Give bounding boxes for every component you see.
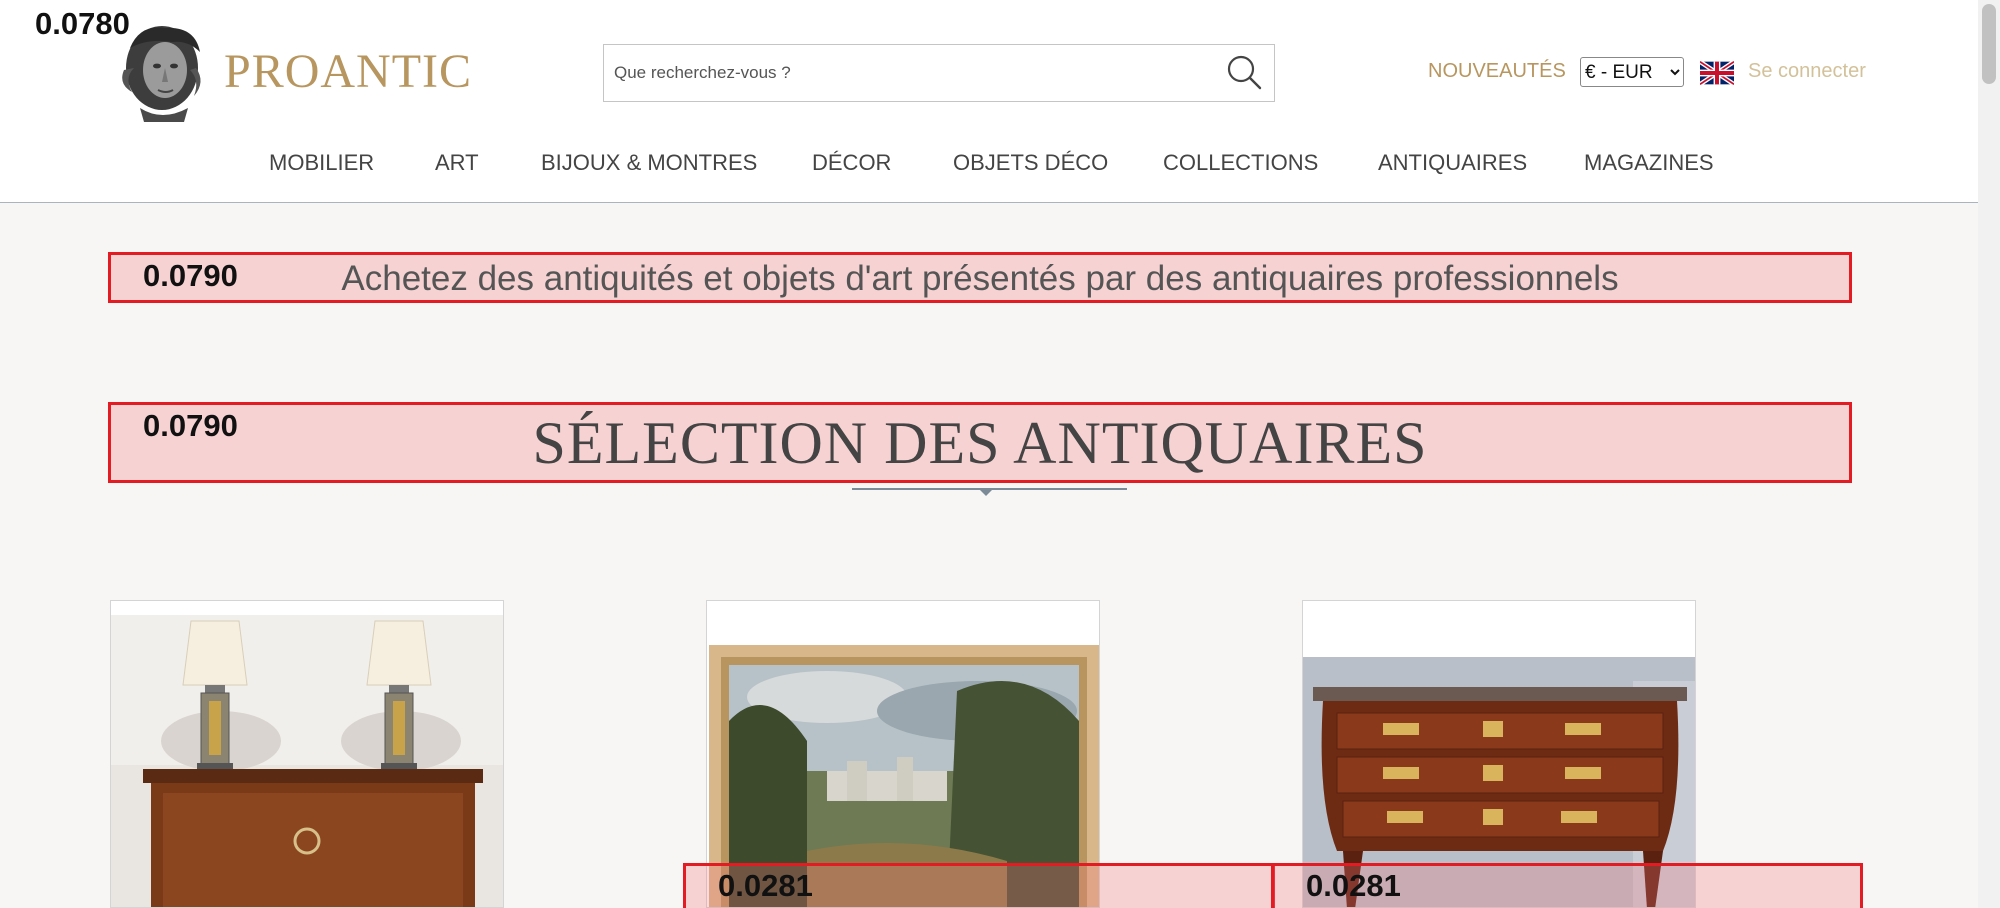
scrollbar-thumb[interactable]: [1982, 4, 1996, 84]
nav-item-objets-deco[interactable]: OBJETS DÉCO: [953, 150, 1108, 176]
search-input[interactable]: [614, 45, 1194, 101]
product-card-commode[interactable]: [1302, 600, 1696, 908]
search-icon[interactable]: [1222, 50, 1266, 94]
login-link[interactable]: Se connecter: [1748, 60, 1866, 83]
tagline: Achetez des antiquités et objets d'art p…: [341, 259, 1619, 298]
score-tag-section-title: 0.0790: [143, 408, 238, 443]
main-nav: MOBILIER ART BIJOUX & MONTRES DÉCOR OBJE…: [0, 150, 1978, 180]
score-tag-card-2: 0.0281: [718, 868, 813, 903]
nav-item-magazines[interactable]: MAGAZINES: [1584, 150, 1714, 176]
uk-flag-icon[interactable]: [1700, 60, 1734, 86]
nav-item-collections[interactable]: COLLECTIONS: [1163, 150, 1318, 176]
nav-item-mobilier[interactable]: MOBILIER: [269, 150, 374, 176]
section-title: SÉLECTION DES ANTIQUAIRES: [532, 410, 1428, 476]
currency-select[interactable]: € - EUR: [1580, 57, 1684, 87]
product-image-painting[interactable]: [707, 601, 1100, 908]
product-card-painting[interactable]: [706, 600, 1100, 908]
nav-item-decor[interactable]: DÉCOR: [812, 150, 891, 176]
score-tag-card-3: 0.0281: [1306, 868, 1401, 903]
product-image-commode[interactable]: [1303, 601, 1696, 908]
score-tag-tagline: 0.0790: [143, 258, 238, 293]
tagline-highlight: Achetez des antiquités et objets d'art p…: [108, 252, 1852, 303]
nav-item-bijoux-montres[interactable]: BIJOUX & MONTRES: [541, 150, 757, 176]
search-box: [603, 44, 1275, 102]
nouveautes-link[interactable]: NOUVEAUTÉS: [1428, 60, 1566, 83]
section-title-highlight: SÉLECTION DES ANTIQUAIRES: [108, 402, 1852, 483]
score-tag-logo: 0.0780: [35, 6, 130, 41]
nav-item-antiquaires[interactable]: ANTIQUAIRES: [1378, 150, 1527, 176]
product-image-secretaire[interactable]: [111, 601, 504, 908]
logo-text[interactable]: PROANTIC: [224, 44, 472, 99]
product-card-secretaire[interactable]: [110, 600, 504, 908]
nav-item-art[interactable]: ART: [435, 150, 479, 176]
title-underline-caret: [980, 490, 992, 496]
page-scrollbar[interactable]: [1978, 0, 2000, 908]
